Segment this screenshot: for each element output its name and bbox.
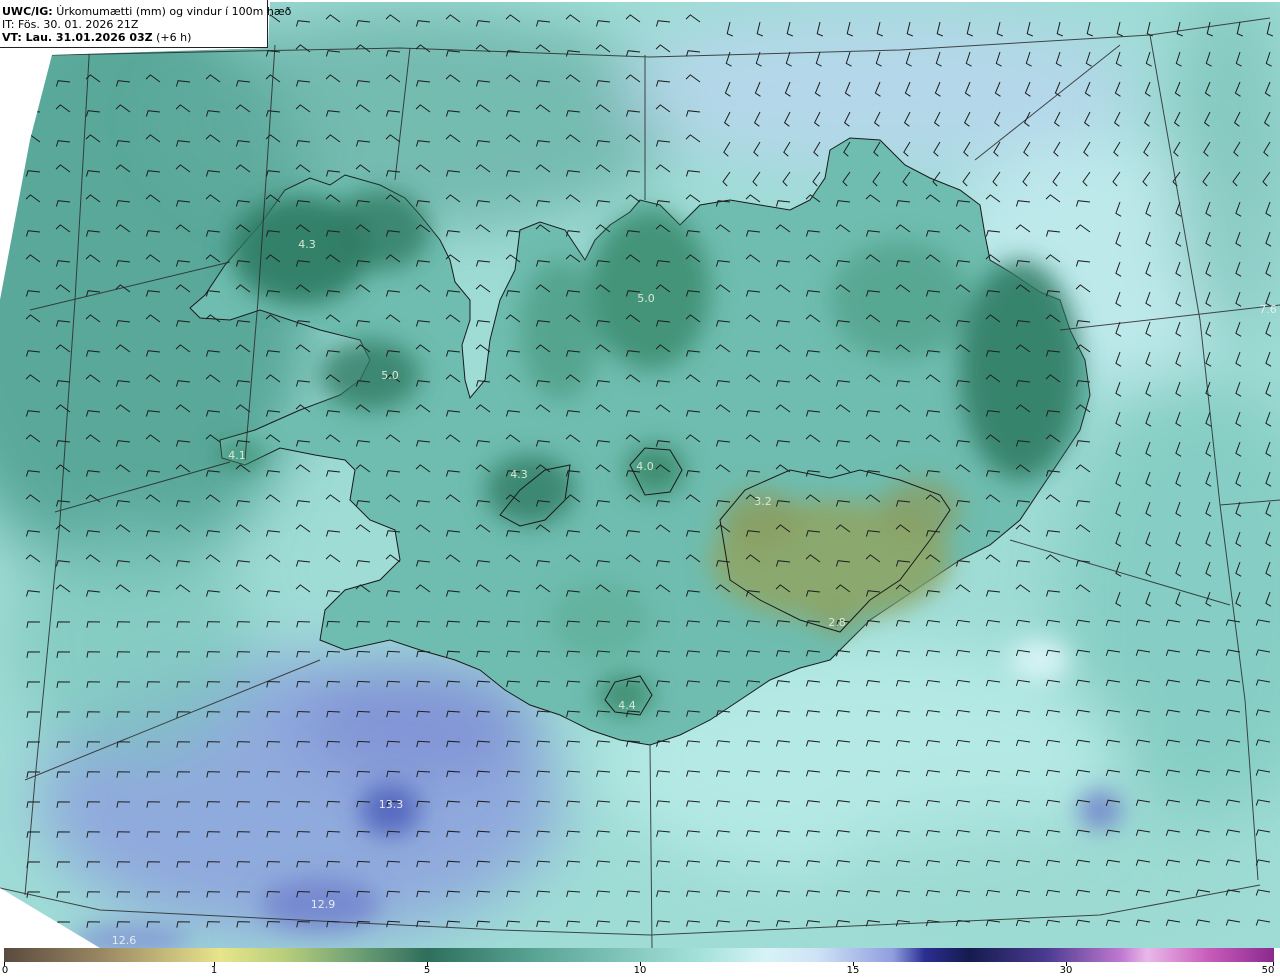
- colorbar-label-15: 15: [846, 965, 860, 976]
- colorbar-legend: 0 1 5 10 15 30 50: [0, 948, 1280, 978]
- map-value-label: 2.8: [828, 616, 846, 629]
- map-value-label: 5.0: [381, 369, 399, 382]
- map-value-label: 13.3: [379, 798, 404, 811]
- map-value-label: 7.6: [1259, 303, 1277, 316]
- map-area: 4.3 5.0 5.0 4.1 4.3 4.0 3.2 2.8 4.4 7.6 13.3 12.9 12…: [0, 0, 1280, 948]
- map-value-label: 4.1: [228, 449, 246, 462]
- map-value-label: 5.0: [637, 292, 655, 305]
- map-value-label: 12.6: [112, 934, 137, 947]
- valid-lead: (+6 h): [156, 31, 192, 44]
- colorbar-label-30: 30: [1059, 965, 1073, 976]
- map-value-label: 4.3: [510, 468, 528, 481]
- init-time: IT: Fös. 30. 01. 2026 21Z: [2, 18, 139, 31]
- map-value-label: 3.2: [754, 495, 772, 508]
- map-value-label: 12.9: [311, 898, 336, 911]
- valid-time: VT: Lau. 31.01.2026 03Z: [2, 31, 153, 44]
- colorbar-label-0: 0: [1, 965, 9, 976]
- colorbar-label-50: 50: [1261, 965, 1275, 976]
- valid-time-line: VT: Lau. 31.01.2026 03Z (+6 h): [2, 31, 267, 44]
- colorbar-label-5: 5: [423, 965, 431, 976]
- map-title-box: UWC/IG: Úrkomumætti (mm) og vindur í 100…: [0, 0, 291, 48]
- map-canvas: 4.3 5.0 5.0 4.1 4.3 4.0 3.2 2.8 4.4 7.6 13.3 12.9 12…: [0, 2, 1280, 948]
- wind-barb: [25, 74, 41, 83]
- colorbar-label-1: 1: [210, 965, 218, 976]
- wind-barb: [26, 921, 41, 928]
- map-value-label: 4.3: [298, 238, 316, 251]
- map-value-label: 4.0: [636, 460, 654, 473]
- title-line: UWC/IG: Úrkomumætti (mm) og vindur í 100…: [2, 5, 291, 18]
- product-code: UWC/IG:: [2, 5, 53, 18]
- field-layer: [0, 2, 1280, 948]
- colorbar-label-10: 10: [633, 965, 647, 976]
- product-description: Úrkomumætti (mm) og vindur í 100m hæð: [56, 5, 292, 18]
- colorbar-gradient: [4, 948, 1274, 962]
- map-value-label: 4.4: [618, 699, 636, 712]
